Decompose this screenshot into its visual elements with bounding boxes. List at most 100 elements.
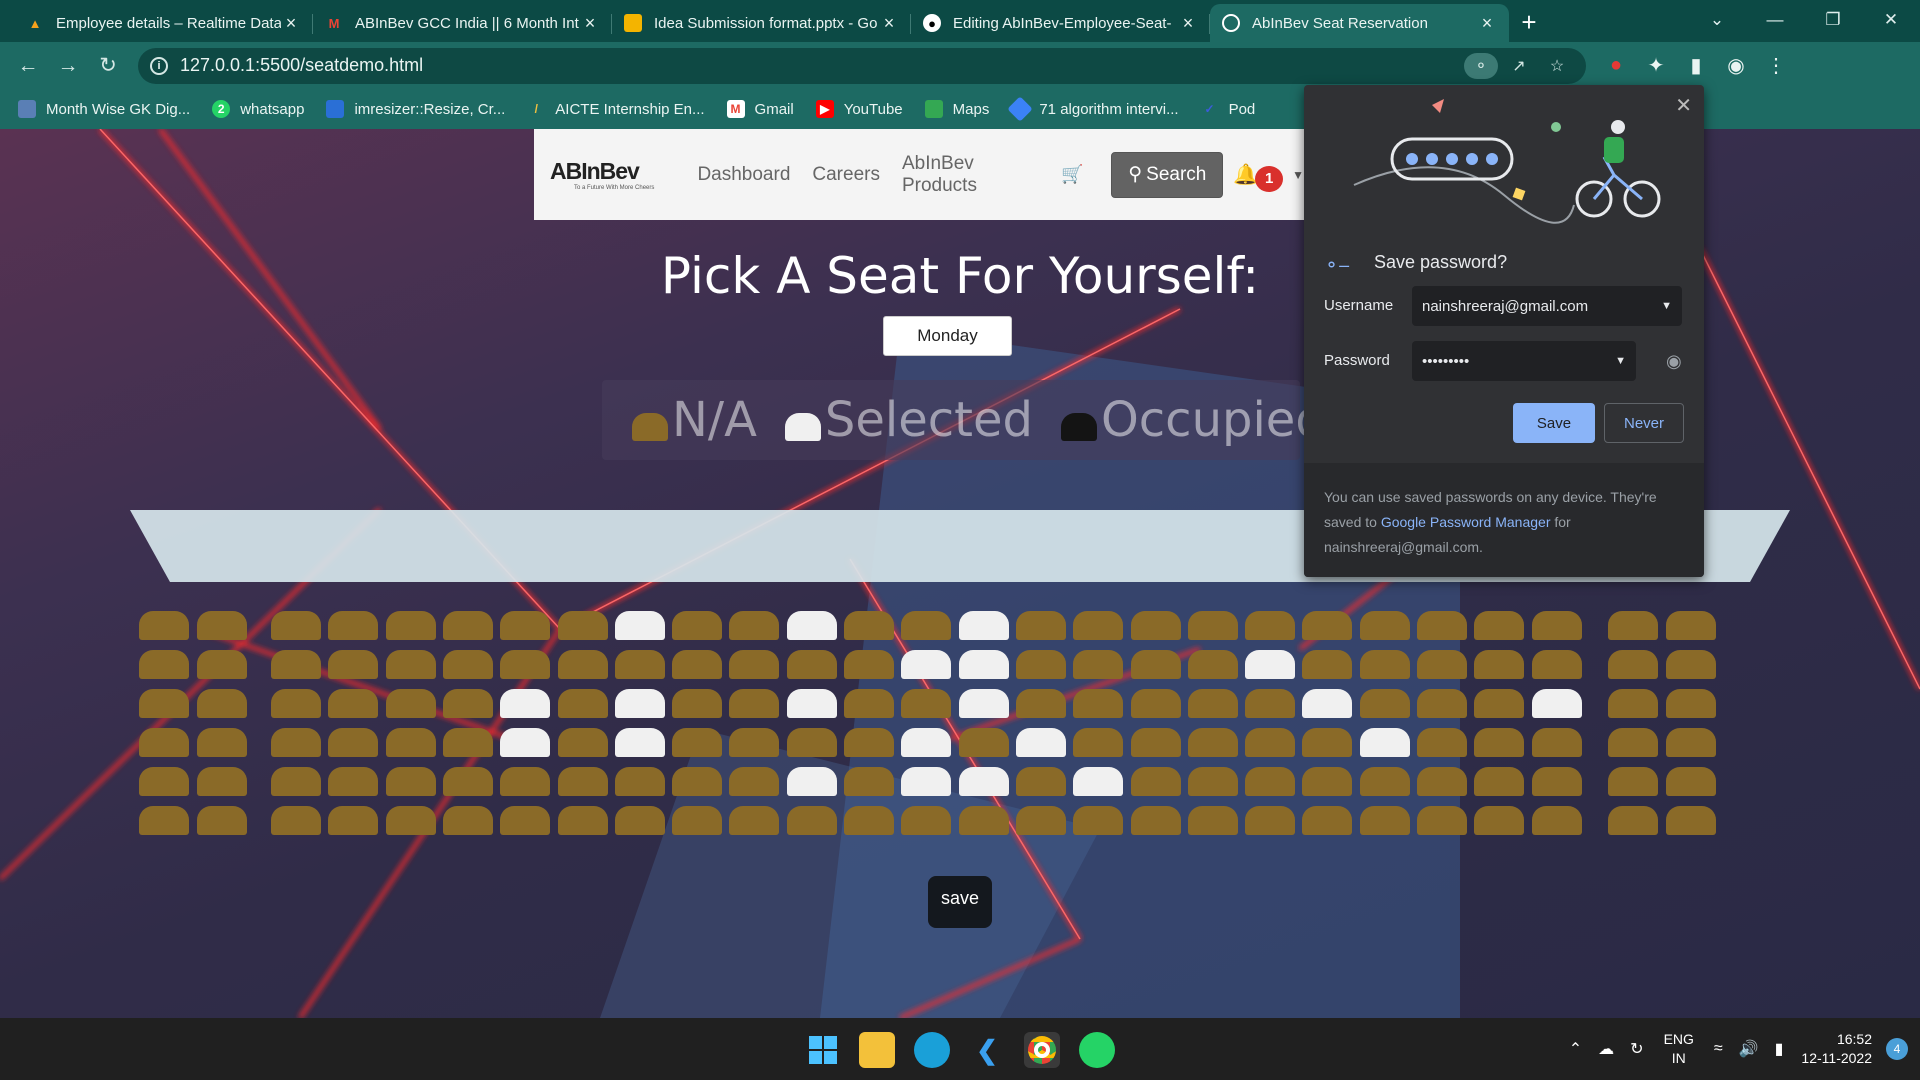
seat[interactable] — [442, 806, 493, 835]
seat[interactable] — [139, 767, 189, 796]
bookmark-gmail[interactable]: M Gmail — [726, 100, 794, 118]
chevron-down-icon[interactable]: ▼ — [1661, 300, 1672, 312]
bookmark-whatsapp[interactable]: 2 whatsapp — [212, 100, 304, 118]
seat[interactable] — [901, 689, 952, 718]
seat[interactable] — [958, 611, 1009, 640]
seat[interactable] — [1359, 728, 1410, 757]
seat[interactable] — [1245, 650, 1296, 679]
seat[interactable] — [271, 689, 321, 718]
nav-dashboard[interactable]: Dashboard — [697, 164, 790, 186]
seat[interactable] — [1417, 611, 1467, 640]
seat[interactable] — [614, 689, 665, 718]
seat[interactable] — [1665, 689, 1716, 718]
seat[interactable] — [500, 728, 551, 757]
notification-count[interactable]: 4 — [1886, 1038, 1908, 1060]
seat[interactable] — [958, 650, 1009, 679]
seat[interactable] — [385, 650, 436, 679]
seat[interactable] — [729, 611, 780, 640]
seat[interactable] — [614, 611, 665, 640]
seat[interactable] — [614, 650, 665, 679]
seat[interactable] — [271, 767, 321, 796]
seat[interactable] — [328, 650, 379, 679]
bell-icon[interactable]: 🔔 1 — [1233, 162, 1284, 192]
seat[interactable] — [271, 728, 321, 757]
seat[interactable] — [1359, 689, 1410, 718]
seat[interactable] — [385, 611, 436, 640]
seat[interactable] — [1665, 611, 1716, 640]
reload-icon[interactable]: ↻ — [88, 53, 128, 78]
seat[interactable] — [557, 806, 608, 835]
seat[interactable] — [614, 767, 665, 796]
seat[interactable] — [1073, 806, 1124, 835]
seat[interactable] — [1665, 728, 1716, 757]
seat[interactable] — [1245, 767, 1296, 796]
cart-icon[interactable]: 🛒 — [1061, 164, 1083, 185]
clock[interactable]: 16:52 12-11-2022 — [1801, 1030, 1872, 1068]
seat[interactable] — [1015, 806, 1066, 835]
seat[interactable] — [729, 767, 780, 796]
seat[interactable] — [729, 806, 780, 835]
seat[interactable] — [328, 728, 379, 757]
seat[interactable] — [1474, 806, 1525, 835]
seat[interactable] — [1015, 767, 1066, 796]
language-indicator[interactable]: ENG IN — [1664, 1030, 1694, 1068]
seat[interactable] — [614, 806, 665, 835]
seat[interactable] — [139, 806, 189, 835]
seat[interactable] — [1608, 806, 1658, 835]
seat[interactable] — [729, 650, 780, 679]
password-manager-link[interactable]: Google Password Manager — [1381, 514, 1551, 530]
seat[interactable] — [1130, 611, 1181, 640]
seat[interactable] — [1130, 767, 1181, 796]
seat[interactable] — [901, 767, 952, 796]
seat[interactable] — [672, 650, 723, 679]
seat[interactable] — [614, 728, 665, 757]
seat[interactable] — [1073, 689, 1124, 718]
bookmark-pod[interactable]: ✓ Pod — [1201, 100, 1256, 118]
bookmark-youtube[interactable]: ▶ YouTube — [815, 100, 903, 118]
seat[interactable] — [1245, 611, 1296, 640]
tab-seat-reservation[interactable]: AbInBev Seat Reservation × — [1210, 4, 1509, 42]
seat[interactable] — [1187, 650, 1238, 679]
key-icon[interactable]: ⚬ — [1464, 52, 1498, 79]
seat[interactable] — [271, 650, 321, 679]
seat[interactable] — [385, 767, 436, 796]
seat[interactable] — [442, 728, 493, 757]
whatsapp-icon[interactable] — [1079, 1032, 1115, 1068]
seat[interactable] — [844, 611, 894, 640]
bookmark-maps[interactable]: Maps — [924, 100, 989, 118]
seat[interactable] — [958, 767, 1009, 796]
seat[interactable] — [1130, 728, 1181, 757]
puzzle-icon[interactable]: ✦ — [1636, 53, 1676, 78]
cloud-icon[interactable]: ☁ — [1598, 1039, 1614, 1059]
seat[interactable] — [1130, 806, 1181, 835]
seat[interactable] — [1245, 689, 1296, 718]
seat[interactable] — [1245, 728, 1296, 757]
save-button[interactable]: save — [928, 876, 992, 928]
day-select[interactable]: Monday — [883, 316, 1012, 356]
seat[interactable] — [1531, 650, 1582, 679]
avatar[interactable]: ◉ — [1716, 53, 1756, 78]
seat[interactable] — [139, 728, 189, 757]
seat[interactable] — [786, 806, 837, 835]
seat[interactable] — [1187, 728, 1238, 757]
seat[interactable] — [557, 728, 608, 757]
seat[interactable] — [328, 689, 379, 718]
seat[interactable] — [196, 806, 247, 835]
seat[interactable] — [196, 767, 247, 796]
seat[interactable] — [1417, 767, 1467, 796]
seat[interactable] — [1531, 806, 1582, 835]
seat[interactable] — [786, 611, 837, 640]
seat[interactable] — [500, 611, 551, 640]
seat[interactable] — [500, 767, 551, 796]
nav-careers[interactable]: Careers — [812, 164, 880, 186]
seat[interactable] — [557, 650, 608, 679]
extension-icon[interactable]: ● — [1596, 54, 1636, 77]
seat[interactable] — [385, 806, 436, 835]
bookmark-algorithms[interactable]: 71 algorithm intervi... — [1007, 96, 1179, 122]
seat[interactable] — [844, 728, 894, 757]
seat[interactable] — [328, 611, 379, 640]
seat[interactable] — [1302, 650, 1353, 679]
close-icon[interactable]: × — [879, 13, 899, 34]
seat[interactable] — [786, 728, 837, 757]
seat[interactable] — [1187, 767, 1238, 796]
